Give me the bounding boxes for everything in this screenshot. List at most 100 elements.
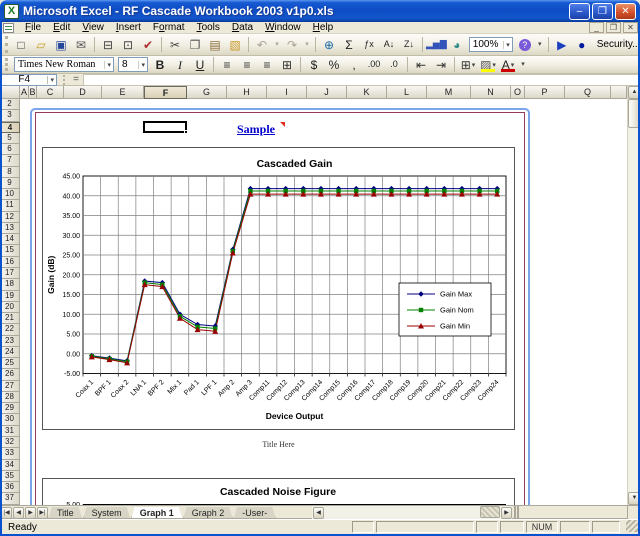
next-sheet-icon[interactable]: ▶ [25,507,36,519]
toolbar-grip[interactable] [5,36,8,53]
menu-insert[interactable]: Insert [110,22,147,34]
chevron-down-icon[interactable]: ▾ [503,40,512,49]
comma-icon[interactable]: , [344,56,364,73]
column-header-Q[interactable]: Q [565,86,611,99]
column-header-B[interactable]: B [29,86,37,99]
sort-ascending-icon[interactable]: A↓ [379,36,399,53]
paste-icon[interactable]: ▤ [205,36,225,53]
column-header-P[interactable]: P [525,86,565,99]
select-all-corner[interactable] [0,86,20,99]
row-header-9[interactable]: 9 [0,177,20,190]
workbook-restore-button[interactable]: ❐ [606,22,621,33]
worksheet-grid[interactable]: Sample -5.00 0.00 5.00 10.00 15.00 20.00 25.00… [0,99,627,505]
equals-button[interactable]: = [69,74,83,85]
last-sheet-icon[interactable]: ▶| [37,507,48,519]
bold-button[interactable]: B [150,56,170,73]
row-header-6[interactable]: 6 [0,144,20,156]
column-header-D[interactable]: D [64,86,102,99]
format-painter-icon[interactable]: ▧ [225,36,245,53]
column-header-H[interactable]: H [227,86,267,99]
row-header-22[interactable]: 22 [0,324,20,336]
percent-icon[interactable]: % [324,56,344,73]
toolbar-options-icon[interactable]: ▾ [535,36,545,53]
row-header-15[interactable]: 15 [0,245,20,257]
currency-icon[interactable]: $ [304,56,324,73]
row-header-20[interactable]: 20 [0,301,20,314]
row-header-11[interactable]: 11 [0,200,20,212]
row-header-30[interactable]: 30 [0,414,20,426]
fill-handle[interactable] [184,130,188,134]
cascaded-noise-figure-chart[interactable]: Cascaded Noise Figure5.00 [42,478,515,505]
first-sheet-icon[interactable]: |◀ [1,507,12,519]
email-icon[interactable]: ✉ [71,36,91,53]
chevron-down-icon[interactable]: ▾ [472,61,476,69]
redo-dropdown-icon[interactable]: ▾ [302,36,312,53]
record-macro-icon[interactable]: ● [572,36,592,53]
row-header-24[interactable]: 24 [0,346,20,359]
chevron-down-icon[interactable]: ▾ [511,61,515,69]
undo-icon[interactable]: ↶ [252,36,272,53]
font-color-icon[interactable]: A ▾ [498,56,518,73]
print-icon[interactable]: ⊟ [98,36,118,53]
menu-tools[interactable]: Tools [191,22,226,34]
run-macro-icon[interactable]: ▶ [552,36,572,53]
row-header-3[interactable]: 3 [0,110,20,122]
menu-edit[interactable]: Edit [47,22,76,34]
workbook-close-button[interactable]: ✕ [623,22,638,33]
underline-button[interactable]: U [190,56,210,73]
minimize-button[interactable]: – [569,2,590,20]
row-header-26[interactable]: 26 [0,369,20,381]
align-left-icon[interactable]: ≡ [217,56,237,73]
chevron-down-icon[interactable]: ▾ [138,60,147,69]
horizontal-scroll-track[interactable] [324,506,500,519]
italic-button[interactable]: I [170,56,190,73]
row-header-12[interactable]: 12 [0,211,20,223]
column-header-C[interactable]: C [37,86,64,99]
previous-sheet-icon[interactable]: ◀ [13,507,24,519]
column-header-G[interactable]: G [187,86,227,99]
name-box[interactable]: F4 ▾ [0,73,57,86]
menu-window[interactable]: Window [259,22,307,34]
security-button[interactable]: Security... [592,39,640,50]
row-header-2[interactable]: 2 [0,99,20,111]
column-header-M[interactable]: M [427,86,471,99]
sample-hyperlink[interactable]: Sample [237,122,275,137]
chevron-down-icon[interactable]: ▾ [492,61,496,69]
row-header-36[interactable]: 36 [0,482,20,494]
cut-icon[interactable]: ✂ [165,36,185,53]
spelling-icon[interactable]: ✔ [138,36,158,53]
sort-descending-icon[interactable]: Z↓ [399,36,419,53]
active-cell-F4[interactable] [143,121,188,134]
row-header-13[interactable]: 13 [0,222,20,235]
row-header-14[interactable]: 14 [0,234,20,246]
row-header-29[interactable]: 29 [0,403,20,415]
scroll-right-icon[interactable]: ▶ [501,507,512,519]
column-header-I[interactable]: I [267,86,307,99]
horizontal-scrollbar[interactable]: ◀ ▶ [312,506,512,519]
row-header-32[interactable]: 32 [0,436,20,449]
menu-file[interactable]: File [19,22,47,34]
fill-color-icon[interactable]: ▨ ▾ [478,56,498,73]
copy-icon[interactable]: ❐ [185,36,205,53]
row-header-27[interactable]: 27 [0,380,20,392]
cascaded-gain-chart[interactable]: -5.00 0.00 5.00 10.00 15.00 20.00 25.00 30.00 35… [42,147,515,430]
row-header-37[interactable]: 37 [0,493,20,505]
borders-icon[interactable]: ⊞ ▾ [458,56,478,73]
row-header-21[interactable]: 21 [0,313,20,325]
formula-input[interactable] [83,73,640,86]
menu-view[interactable]: View [76,22,110,34]
menu-format[interactable]: Format [147,22,191,34]
column-header-A[interactable]: A [20,86,29,99]
workbook-icon[interactable] [3,22,14,33]
font-size-combo[interactable]: 8 ▾ [118,57,148,72]
horizontal-scroll-thumb[interactable] [480,506,500,518]
row-header-28[interactable]: 28 [0,391,20,404]
column-header-E[interactable]: E [102,86,144,99]
tab-split-handle[interactable] [514,506,519,518]
column-header-O[interactable]: O [511,86,525,99]
row-header-34[interactable]: 34 [0,459,20,471]
help-icon[interactable]: ? [515,36,535,53]
decrease-decimal-icon[interactable]: .0 [384,56,404,73]
formula-bar-grip[interactable] [57,74,65,85]
row-header-35[interactable]: 35 [0,470,20,483]
